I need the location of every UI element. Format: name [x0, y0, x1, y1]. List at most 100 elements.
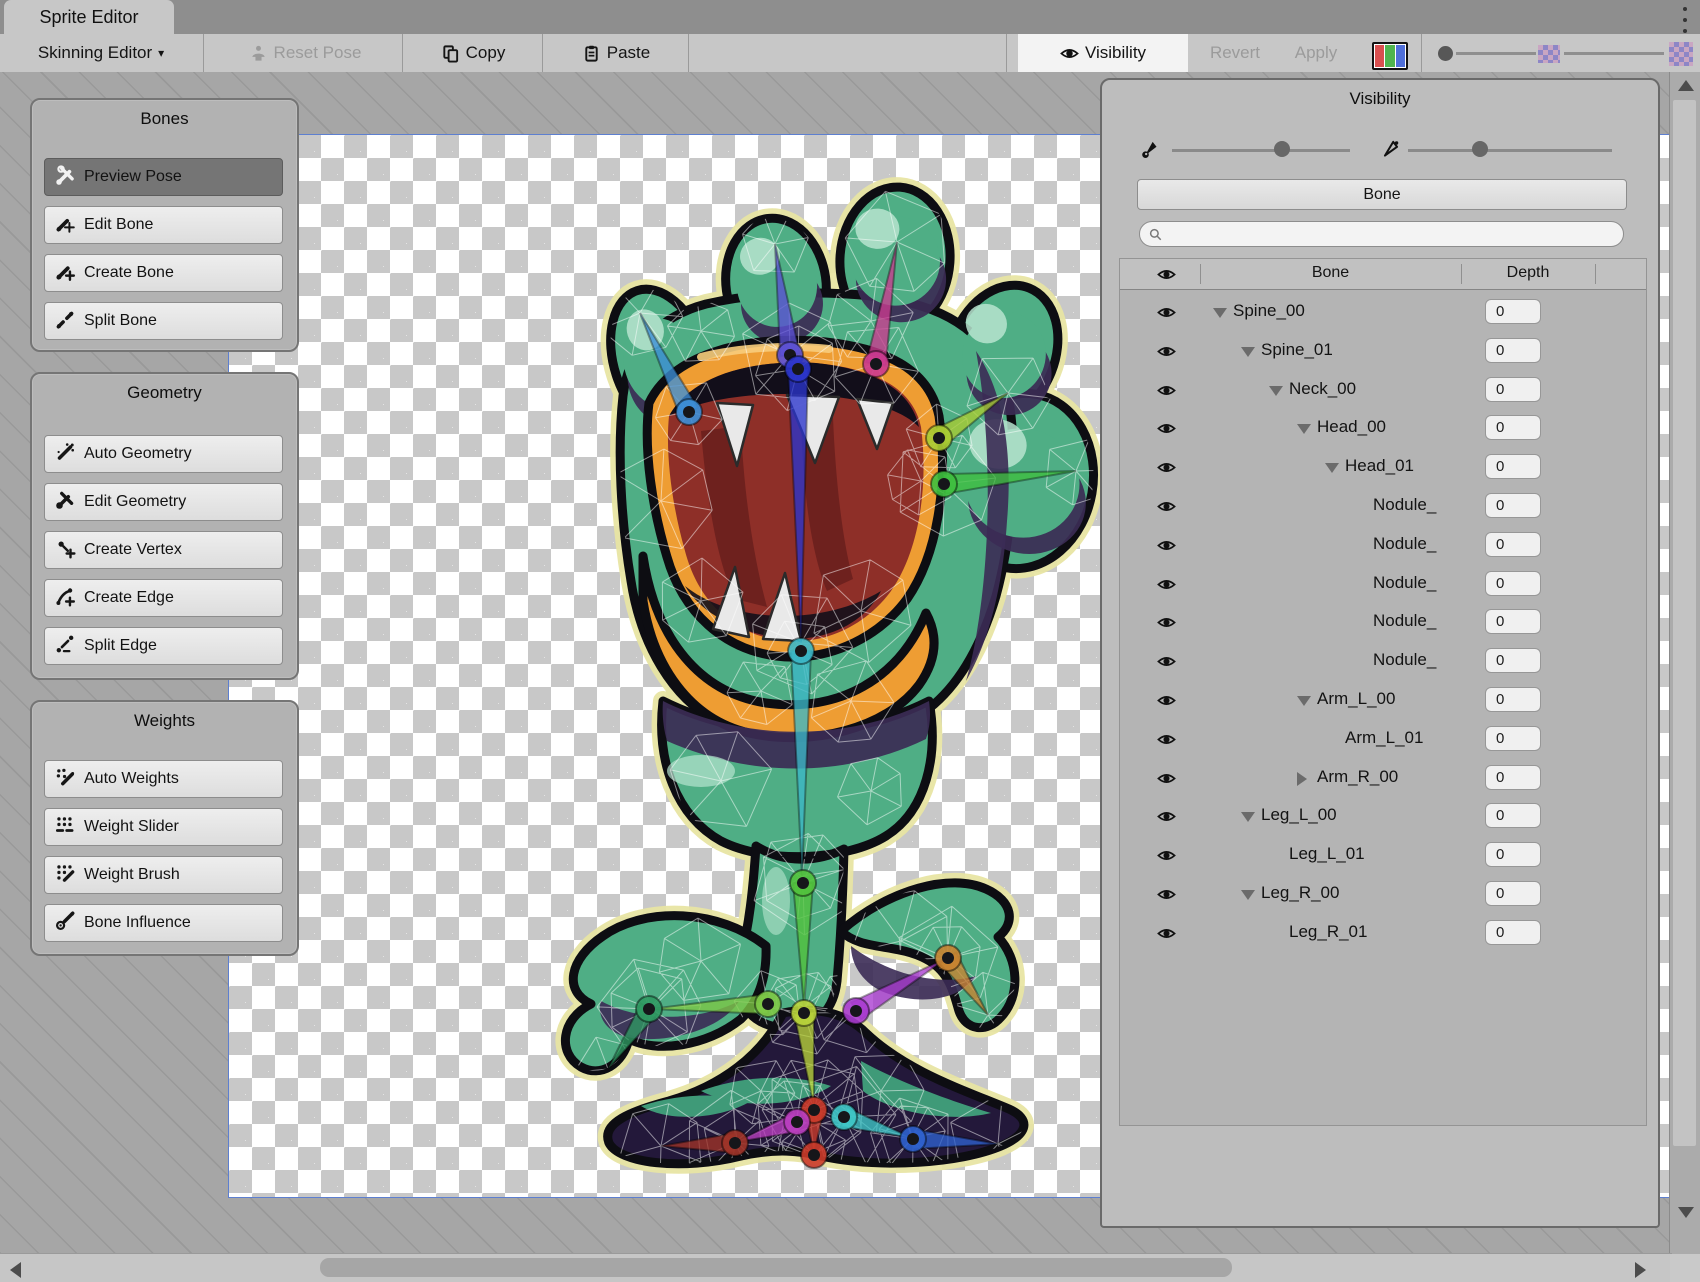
depth-input[interactable]	[1485, 299, 1541, 324]
depth-input[interactable]	[1485, 881, 1541, 906]
visibility-eye-toggle[interactable]	[1157, 613, 1176, 632]
revert-button[interactable]: Revert	[1200, 34, 1270, 72]
bone-row[interactable]: Head_00	[1120, 409, 1646, 448]
foldout-triangle-icon[interactable]	[1297, 772, 1307, 786]
foldout-triangle-icon[interactable]	[1269, 386, 1283, 396]
depth-input[interactable]	[1485, 726, 1541, 751]
visibility-eye-toggle[interactable]	[1157, 575, 1176, 594]
depth-input[interactable]	[1485, 338, 1541, 363]
bone-tab[interactable]: Bone	[1137, 179, 1627, 210]
depth-input[interactable]	[1485, 648, 1541, 673]
bone-row[interactable]: Neck_00	[1120, 371, 1646, 410]
bone-row[interactable]: Nodule_	[1120, 642, 1646, 681]
skinning-editor-dropdown[interactable]: Skinning Editor ▾	[8, 34, 194, 72]
depth-input[interactable]	[1485, 532, 1541, 557]
reset-pose-button[interactable]: Reset Pose	[225, 34, 385, 72]
depth-input[interactable]	[1485, 571, 1541, 596]
vertical-scrollbar[interactable]	[1669, 72, 1700, 1254]
paste-button[interactable]: Paste	[566, 34, 666, 72]
depth-input[interactable]	[1485, 493, 1541, 518]
bone-search-input[interactable]	[1139, 221, 1624, 247]
tool-button[interactable]: Create Vertex	[44, 531, 283, 569]
visibility-eye-toggle[interactable]	[1157, 419, 1176, 438]
visibility-eye-toggle[interactable]	[1157, 730, 1176, 749]
visibility-eye-toggle[interactable]	[1157, 536, 1176, 555]
horizontal-scrollbar-thumb[interactable]	[320, 1258, 1232, 1277]
tool-button[interactable]: Weight Brush	[44, 856, 283, 894]
visibility-eye-toggle[interactable]	[1157, 924, 1176, 943]
depth-input[interactable]	[1485, 842, 1541, 867]
visibility-eye-toggle[interactable]	[1157, 846, 1176, 865]
tool-button[interactable]: Create Edge	[44, 579, 283, 617]
tool-button[interactable]: Auto Geometry	[44, 435, 283, 473]
tool-button[interactable]: Edit Geometry	[44, 483, 283, 521]
alpha-slider-thumb[interactable]	[1438, 46, 1453, 61]
bone-name: Nodule_	[1373, 611, 1436, 631]
tool-button[interactable]: Auto Weights	[44, 760, 283, 798]
tool-button[interactable]: Bone Influence	[44, 904, 283, 942]
tool-button[interactable]: Split Edge	[44, 627, 283, 665]
foldout-triangle-icon[interactable]	[1241, 890, 1255, 900]
visibility-eye-toggle[interactable]	[1157, 769, 1176, 788]
foldout-triangle-icon[interactable]	[1325, 463, 1339, 473]
mesh-opacity-slider[interactable]	[1472, 141, 1488, 157]
visibility-eye-toggle[interactable]	[1157, 458, 1176, 477]
tool-button[interactable]: Weight Slider	[44, 808, 283, 846]
depth-input[interactable]	[1485, 377, 1541, 402]
depth-input[interactable]	[1485, 415, 1541, 440]
visibility-eye-toggle[interactable]	[1157, 691, 1176, 710]
tool-button[interactable]: Edit Bone	[44, 206, 283, 244]
tool-button[interactable]: Preview Pose	[44, 158, 283, 196]
visibility-eye-toggle[interactable]	[1157, 381, 1176, 400]
visibility-toggle-button[interactable]: Visibility	[1018, 34, 1188, 72]
foldout-triangle-icon[interactable]	[1213, 308, 1227, 318]
bone-row[interactable]: Nodule_	[1120, 526, 1646, 565]
tool-label: Weight Brush	[84, 866, 180, 884]
depth-input[interactable]	[1485, 803, 1541, 828]
depth-input[interactable]	[1485, 609, 1541, 634]
apply-button[interactable]: Apply	[1284, 34, 1348, 72]
eye-icon	[1060, 44, 1079, 63]
bone-row[interactable]: Arm_R_00	[1120, 759, 1646, 798]
bone-tab-label: Bone	[1363, 186, 1400, 204]
vertical-scrollbar-thumb[interactable]	[1673, 100, 1696, 1146]
bone-row[interactable]: Spine_01	[1120, 332, 1646, 371]
foldout-triangle-icon[interactable]	[1297, 696, 1311, 706]
bone-row[interactable]: Leg_R_00	[1120, 875, 1646, 914]
depth-input[interactable]	[1485, 765, 1541, 790]
copy-button[interactable]: Copy	[425, 34, 521, 72]
tool-button[interactable]: Split Bone	[44, 302, 283, 340]
bone-row[interactable]: Nodule_	[1120, 487, 1646, 526]
bone-opacity-slider[interactable]	[1274, 141, 1290, 157]
bone-row[interactable]: Arm_L_01	[1120, 720, 1646, 759]
bone-row[interactable]: Nodule_	[1120, 603, 1646, 642]
bone-row[interactable]: Nodule_	[1120, 565, 1646, 604]
scroll-right-arrow-icon[interactable]	[1635, 1262, 1646, 1278]
scroll-down-arrow-icon[interactable]	[1678, 1207, 1694, 1218]
foldout-triangle-icon[interactable]	[1297, 424, 1311, 434]
visibility-eye-toggle[interactable]	[1157, 303, 1176, 322]
bone-row[interactable]: Leg_R_01	[1120, 914, 1646, 953]
bone-row[interactable]: Spine_00	[1120, 293, 1646, 332]
visibility-eye-toggle[interactable]	[1157, 342, 1176, 361]
depth-input[interactable]	[1485, 454, 1541, 479]
visibility-eye-toggle[interactable]	[1157, 652, 1176, 671]
depth-input[interactable]	[1485, 920, 1541, 945]
bone-row[interactable]: Arm_L_00	[1120, 681, 1646, 720]
foldout-triangle-icon[interactable]	[1241, 812, 1255, 822]
horizontal-scrollbar[interactable]	[0, 1253, 1672, 1282]
visibility-eye-toggle[interactable]	[1157, 885, 1176, 904]
visibility-eye-toggle[interactable]	[1157, 497, 1176, 516]
bone-row[interactable]: Head_01	[1120, 448, 1646, 487]
foldout-triangle-icon[interactable]	[1241, 347, 1255, 357]
rgb-channels-icon[interactable]	[1372, 42, 1408, 70]
bone-row[interactable]: Leg_L_01	[1120, 836, 1646, 875]
scroll-up-arrow-icon[interactable]	[1678, 80, 1694, 91]
tool-button[interactable]: Create Bone	[44, 254, 283, 292]
kebab-menu-icon[interactable]	[1676, 5, 1694, 35]
sprite-editor-tab[interactable]: Sprite Editor	[4, 0, 174, 34]
depth-input[interactable]	[1485, 687, 1541, 712]
scroll-left-arrow-icon[interactable]	[10, 1262, 21, 1278]
bone-row[interactable]: Leg_L_00	[1120, 797, 1646, 836]
visibility-eye-toggle[interactable]	[1157, 807, 1176, 826]
